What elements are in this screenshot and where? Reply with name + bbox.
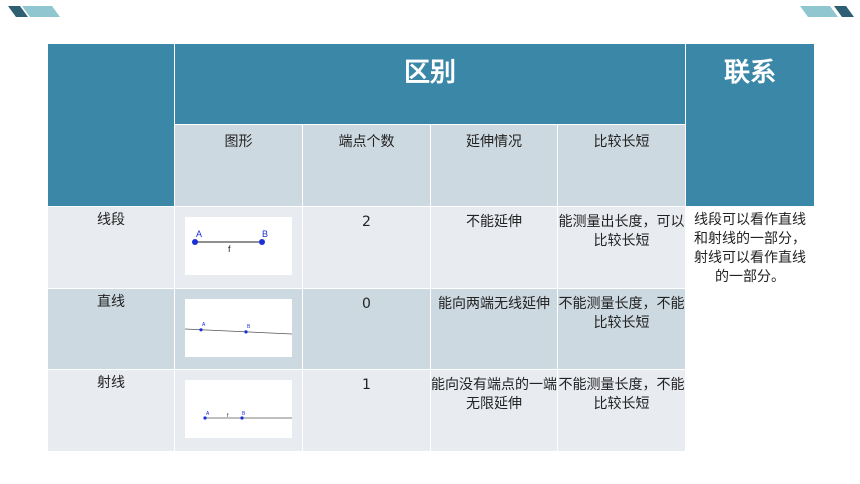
point-label: A	[206, 411, 210, 417]
point-label: B	[262, 229, 268, 239]
ray-figure: A B f	[185, 380, 292, 438]
extension-cell: 能向没有端点的一端无限延伸	[430, 369, 558, 452]
corner-header-cell	[47, 43, 175, 207]
corner-decoration-right	[800, 6, 854, 17]
compare-cell: 不能测量长度，不能比较长短	[556, 369, 687, 452]
point-label: A	[202, 322, 206, 328]
compare-cell: 能测量出长度，可以 比较长短	[556, 206, 687, 289]
endpoints-cell: 1	[302, 369, 431, 452]
endpoints-cell: 2	[302, 206, 431, 289]
column-header-compare: 比较长短	[556, 124, 687, 207]
corner-decoration-left	[8, 6, 60, 17]
column-header-endpoints: 端点个数	[302, 124, 431, 207]
point-label: B	[247, 324, 251, 330]
table-row: 线段 A B f 2 不能延伸 能测量出长度，可以 比较长短 线段可以看作直线和…	[47, 206, 816, 452]
endpoints-cell: 0	[302, 288, 431, 370]
line-figure: A B	[185, 299, 292, 357]
relation-cell: 线段可以看作直线和射线的一部分，射线可以看作直线的一部分。	[685, 206, 816, 452]
segment-figure: A B f	[185, 217, 292, 275]
figure-cell: A B f	[174, 369, 303, 452]
point-label: B	[242, 411, 246, 417]
difference-header: 区别	[173, 43, 687, 125]
figure-cell: A B f	[174, 206, 303, 289]
row-name: 射线	[47, 369, 175, 452]
row-name: 直线	[47, 288, 175, 370]
column-header-figure: 图形	[174, 124, 303, 207]
extension-cell: 能向两端无线延伸	[430, 288, 558, 370]
segment-label: f	[228, 244, 231, 254]
relation-header: 联系	[685, 43, 816, 207]
extension-cell: 不能延伸	[430, 206, 558, 289]
figure-cell: A B	[174, 288, 303, 370]
comparison-table: 区别 联系 图形 端点个数 延伸情况 比较长短 线段 A B f 2 不能延伸 …	[47, 43, 816, 452]
compare-cell: 不能测量长度，不能比较长短	[556, 288, 687, 370]
row-name: 线段	[47, 206, 175, 289]
point-label: A	[196, 229, 202, 239]
column-header-extension: 延伸情况	[430, 124, 558, 207]
